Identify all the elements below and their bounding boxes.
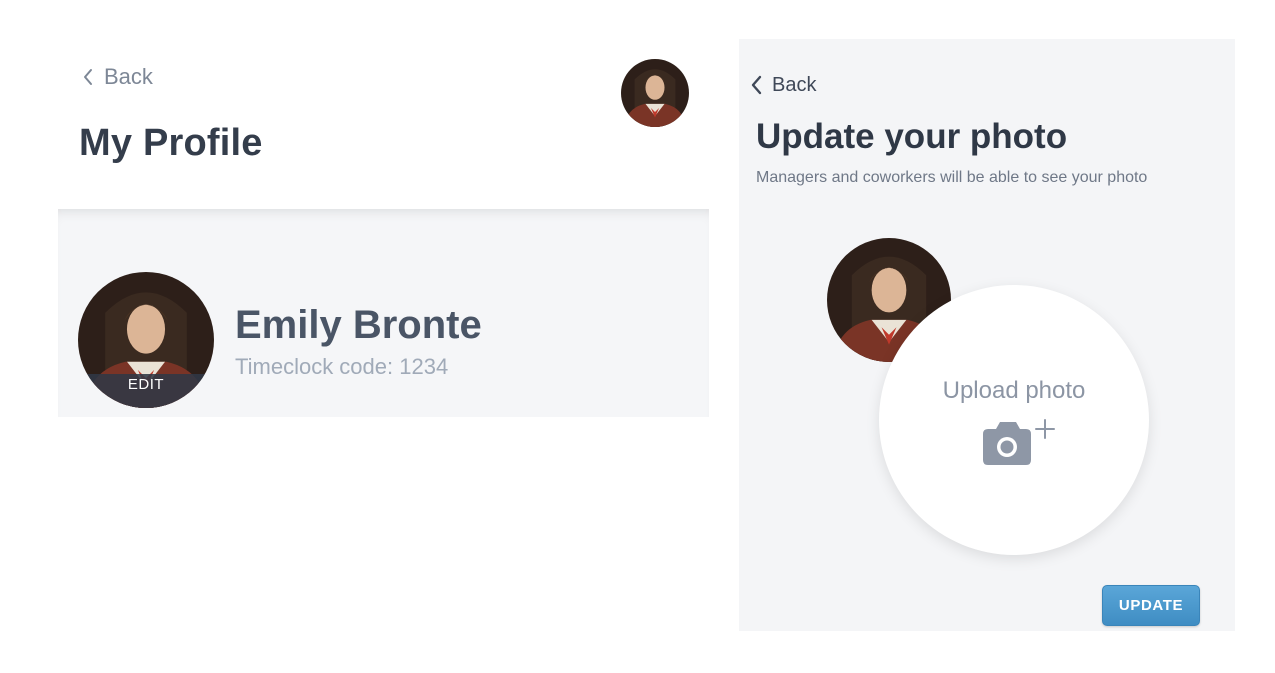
upload-photo-button[interactable]: Upload photo: [879, 285, 1149, 555]
update-photo-screen: Back Update your photo Managers and cowo…: [739, 39, 1235, 631]
back-label: Back: [772, 73, 817, 96]
avatar-portrait-image: [621, 59, 689, 127]
edit-avatar-button[interactable]: EDIT: [78, 272, 214, 408]
profile-card: EDIT Emily Bronte Timeclock code: 1234: [58, 209, 709, 417]
header-avatar[interactable]: [621, 59, 689, 127]
back-button[interactable]: Back: [750, 71, 816, 99]
page-title: Update your photo: [756, 117, 1068, 156]
update-button[interactable]: UPDATE: [1102, 585, 1200, 626]
avatar-edit-label: EDIT: [78, 374, 214, 408]
user-name: Emily Bronte: [235, 303, 482, 347]
chevron-left-icon: [751, 75, 762, 95]
upload-photo-label: Upload photo: [942, 377, 1086, 404]
page-title: My Profile: [79, 122, 263, 164]
page-subtitle: Managers and coworkers will be able to s…: [756, 169, 1148, 186]
back-button[interactable]: Back: [82, 62, 153, 92]
my-profile-screen: Back My Profile EDIT Emily Bronte Timecl…: [58, 0, 709, 420]
camera-plus-icon: [983, 419, 1055, 465]
chevron-left-icon: [84, 69, 92, 85]
timeclock-code: Timeclock code: 1234: [235, 354, 449, 379]
back-label: Back: [104, 64, 153, 89]
